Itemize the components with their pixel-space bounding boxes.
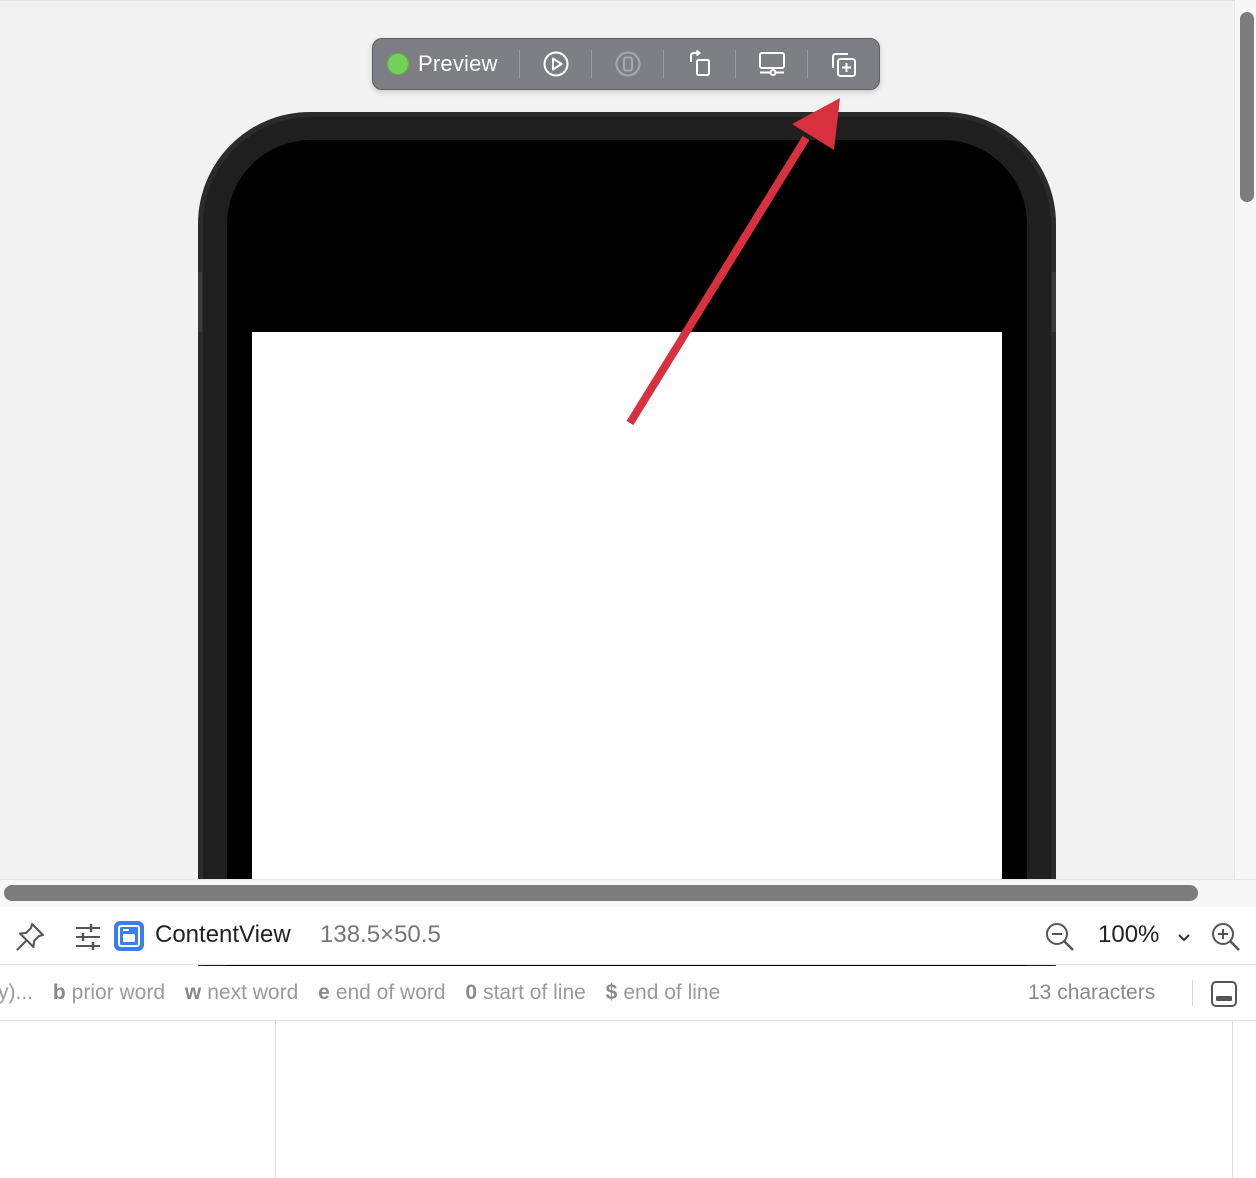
selected-view-name[interactable]: ContentView [155, 921, 291, 949]
toggle-panel-icon[interactable] [1210, 980, 1238, 1008]
zoom-out-icon[interactable] [1044, 921, 1076, 953]
zoom-in-icon[interactable] [1210, 921, 1242, 953]
hint-key: 0 [465, 981, 478, 1004]
selected-view-size: 138.5×50.5 [320, 921, 441, 948]
hint-key: b [52, 981, 66, 1004]
variables-view-panel [0, 1021, 276, 1178]
hint-desc: prior word [71, 981, 166, 1004]
pin-icon[interactable] [14, 921, 46, 953]
zoom-level-select[interactable]: 100% [1098, 921, 1159, 949]
hint-key: $ [605, 981, 618, 1004]
hint-desc: next word [207, 981, 299, 1004]
console-panel [276, 1021, 1233, 1178]
hint-desc: end of word [335, 981, 446, 1004]
character-count: 13 characters [1028, 981, 1156, 1004]
hint-separator [1192, 980, 1193, 1006]
hint-key: e [318, 981, 330, 1004]
chevron-down-icon[interactable] [1177, 933, 1191, 943]
vim-hint-bar: y)... b prior word w next word e end of wor… [0, 966, 1256, 1021]
hint-desc: end of line [623, 981, 721, 1004]
sliders-icon[interactable] [74, 923, 102, 951]
swiftui-view-icon [114, 921, 144, 951]
hint-prefix: y)... [0, 981, 33, 1004]
hint-desc: start of line [483, 981, 586, 1004]
canvas-editor-bar: ContentView 138.5×50.5 100% [0, 907, 1256, 965]
hint-row: y)... b prior word w next word e end of wor… [0, 981, 734, 1005]
hint-key: w [184, 981, 202, 1004]
